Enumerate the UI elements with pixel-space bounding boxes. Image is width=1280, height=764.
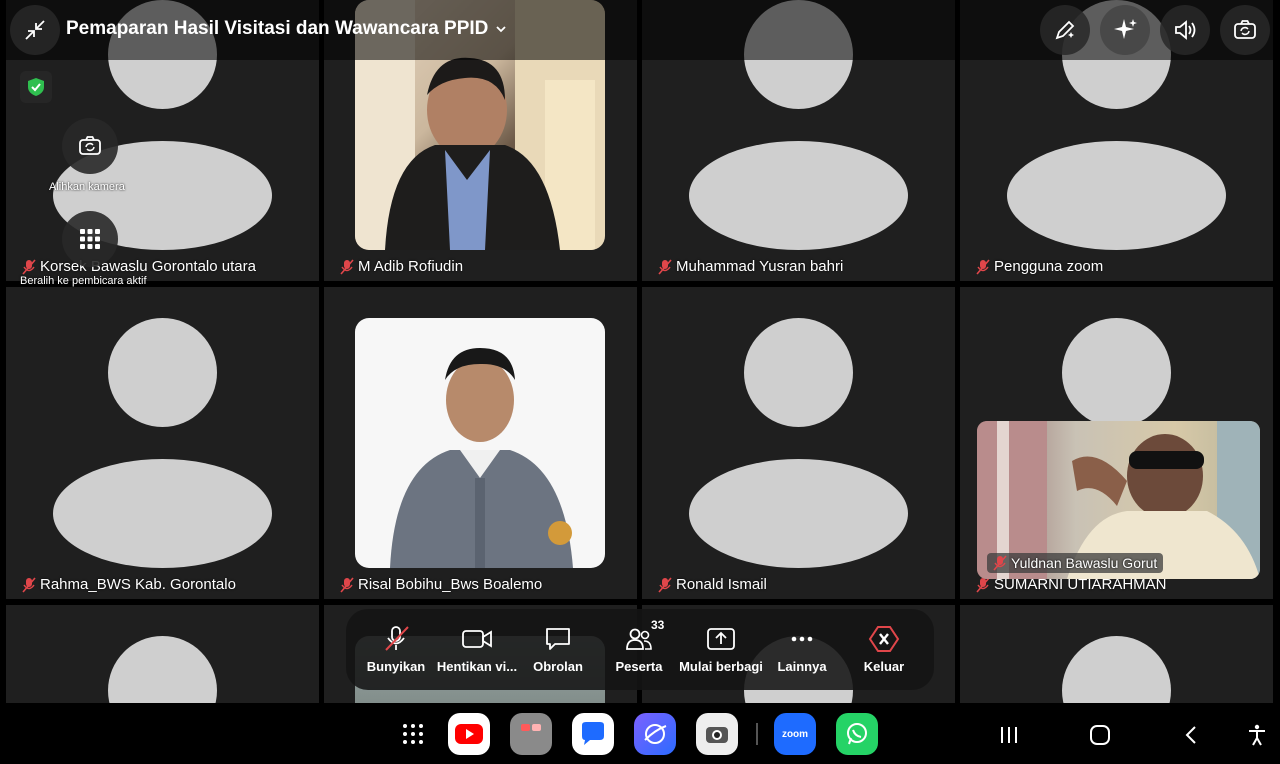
system-navbar: zoom bbox=[0, 703, 1280, 764]
avatar-body bbox=[1007, 141, 1226, 250]
messages-icon[interactable] bbox=[572, 713, 614, 755]
sparkle-icon bbox=[1114, 19, 1137, 39]
video-grid: Korsek Bawaslu Gorontalo utara M Adib Ro… bbox=[0, 0, 1280, 703]
self-view-video[interactable]: Yuldnan Bawaslu Gorut bbox=[977, 421, 1260, 579]
participant-tile[interactable] bbox=[6, 605, 319, 703]
participant-name: Pengguna zoom bbox=[976, 258, 1103, 275]
more-dots-icon bbox=[791, 636, 813, 642]
whatsapp-icon[interactable] bbox=[836, 713, 878, 755]
self-view-name: Yuldnan Bawaslu Gorut bbox=[987, 553, 1164, 573]
active-speaker-button[interactable] bbox=[62, 211, 118, 267]
secure-shield-badge[interactable] bbox=[20, 71, 52, 103]
more-label: Lainnya bbox=[777, 659, 827, 674]
ai-companion-button[interactable] bbox=[1100, 5, 1150, 55]
camera-switch-icon bbox=[1234, 20, 1256, 39]
chevron-down-icon bbox=[496, 26, 507, 33]
participant-tile[interactable]: Rahma_BWS Kab. Gorontalo bbox=[6, 287, 319, 599]
collapse-arrows-icon bbox=[25, 20, 45, 40]
navbar-divider bbox=[756, 723, 758, 745]
meeting-toolbar: Bunyikan Hentikan vi... Obrolan Peserta … bbox=[346, 609, 934, 690]
stop-video-label: Hentikan vi... bbox=[436, 659, 518, 674]
avatar-body bbox=[689, 141, 908, 250]
mic-muted-icon bbox=[340, 258, 354, 275]
participant-name: Risal Bobihu_Bws Boalemo bbox=[340, 576, 542, 593]
speaker-button[interactable] bbox=[1160, 5, 1210, 55]
avatar-body bbox=[689, 459, 908, 568]
camera-app-icon[interactable] bbox=[696, 713, 738, 755]
switch-camera-top-button[interactable] bbox=[1220, 5, 1270, 55]
grid-view-icon bbox=[80, 229, 100, 249]
participants-count-badge: 33 bbox=[651, 618, 665, 632]
participants-button[interactable]: Peserta bbox=[597, 619, 681, 681]
mic-muted-icon bbox=[22, 576, 36, 593]
participant-photo bbox=[355, 318, 605, 568]
switch-camera-label: Alihkan kamera bbox=[49, 181, 125, 193]
switch-camera-button[interactable] bbox=[62, 118, 118, 174]
avatar-head bbox=[108, 636, 217, 703]
chat-button[interactable]: Obrolan bbox=[516, 619, 600, 681]
people-icon bbox=[626, 628, 652, 650]
mic-muted-icon bbox=[340, 576, 354, 593]
leave-button[interactable]: Keluar bbox=[842, 619, 926, 681]
participant-name: Muhammad Yusran bahri bbox=[658, 258, 843, 275]
participant-tile[interactable] bbox=[960, 605, 1273, 703]
unmute-label: Bunyikan bbox=[366, 659, 426, 674]
participant-name: Korsek Bawaslu Gorontalo utara bbox=[22, 258, 256, 275]
chat-bubble-icon bbox=[546, 628, 570, 650]
mic-muted-icon bbox=[658, 576, 672, 593]
annotate-button[interactable] bbox=[1040, 5, 1090, 55]
mic-muted-icon bbox=[658, 258, 672, 275]
zoom-app-icon[interactable]: zoom bbox=[774, 713, 816, 755]
participants-label: Peserta bbox=[615, 659, 663, 674]
mic-muted-icon bbox=[976, 258, 990, 275]
back-button[interactable] bbox=[1178, 721, 1206, 749]
camera-switch-icon bbox=[79, 136, 101, 155]
youtube-icon[interactable] bbox=[448, 713, 490, 755]
participant-tile[interactable]: Risal Bobihu_Bws Boalemo bbox=[324, 287, 637, 599]
active-speaker-label: Beralih ke pembicara aktif bbox=[20, 275, 147, 287]
stop-video-button[interactable]: Hentikan vi... bbox=[435, 619, 519, 681]
browser-icon[interactable] bbox=[634, 713, 676, 755]
avatar-head bbox=[1062, 636, 1171, 703]
avatar-head bbox=[108, 318, 217, 427]
participant-name: Ronald Ismail bbox=[658, 576, 767, 593]
share-label: Mulai berbagi bbox=[679, 659, 763, 674]
gallery-icon[interactable] bbox=[510, 713, 552, 755]
mic-muted-icon bbox=[22, 258, 36, 275]
video-camera-icon bbox=[462, 630, 492, 648]
avatar-head bbox=[1062, 318, 1171, 427]
leave-icon bbox=[868, 626, 900, 652]
more-button[interactable]: Lainnya bbox=[760, 619, 844, 681]
share-button[interactable]: Mulai berbagi bbox=[679, 619, 763, 681]
meeting-title[interactable]: Pemaparan Hasil Visitasi dan Wawancara P… bbox=[66, 18, 508, 40]
avatar-head bbox=[744, 318, 853, 427]
shield-check-icon bbox=[28, 78, 44, 96]
speaker-icon bbox=[1175, 20, 1196, 40]
home-button[interactable] bbox=[1086, 721, 1114, 749]
pen-sparkle-icon bbox=[1055, 20, 1075, 40]
top-bar: Pemaparan Hasil Visitasi dan Wawancara P… bbox=[0, 0, 1280, 60]
person-photo-illustration bbox=[390, 348, 573, 568]
participant-name: M Adib Rofiudin bbox=[340, 258, 463, 275]
chat-label: Obrolan bbox=[533, 659, 583, 674]
mic-muted-icon bbox=[993, 555, 1007, 571]
share-screen-icon bbox=[707, 628, 735, 650]
avatar-body bbox=[53, 459, 272, 568]
participant-tile[interactable]: Ronald Ismail bbox=[642, 287, 955, 599]
unmute-button[interactable]: Bunyikan bbox=[354, 619, 438, 681]
minimize-button[interactable] bbox=[10, 5, 60, 55]
mic-off-icon bbox=[385, 626, 409, 651]
apps-grid-icon[interactable] bbox=[392, 713, 434, 755]
accessibility-button[interactable] bbox=[1243, 721, 1271, 749]
participant-name: Rahma_BWS Kab. Gorontalo bbox=[22, 576, 236, 593]
recents-button[interactable] bbox=[995, 721, 1023, 749]
leave-label: Keluar bbox=[863, 659, 905, 674]
